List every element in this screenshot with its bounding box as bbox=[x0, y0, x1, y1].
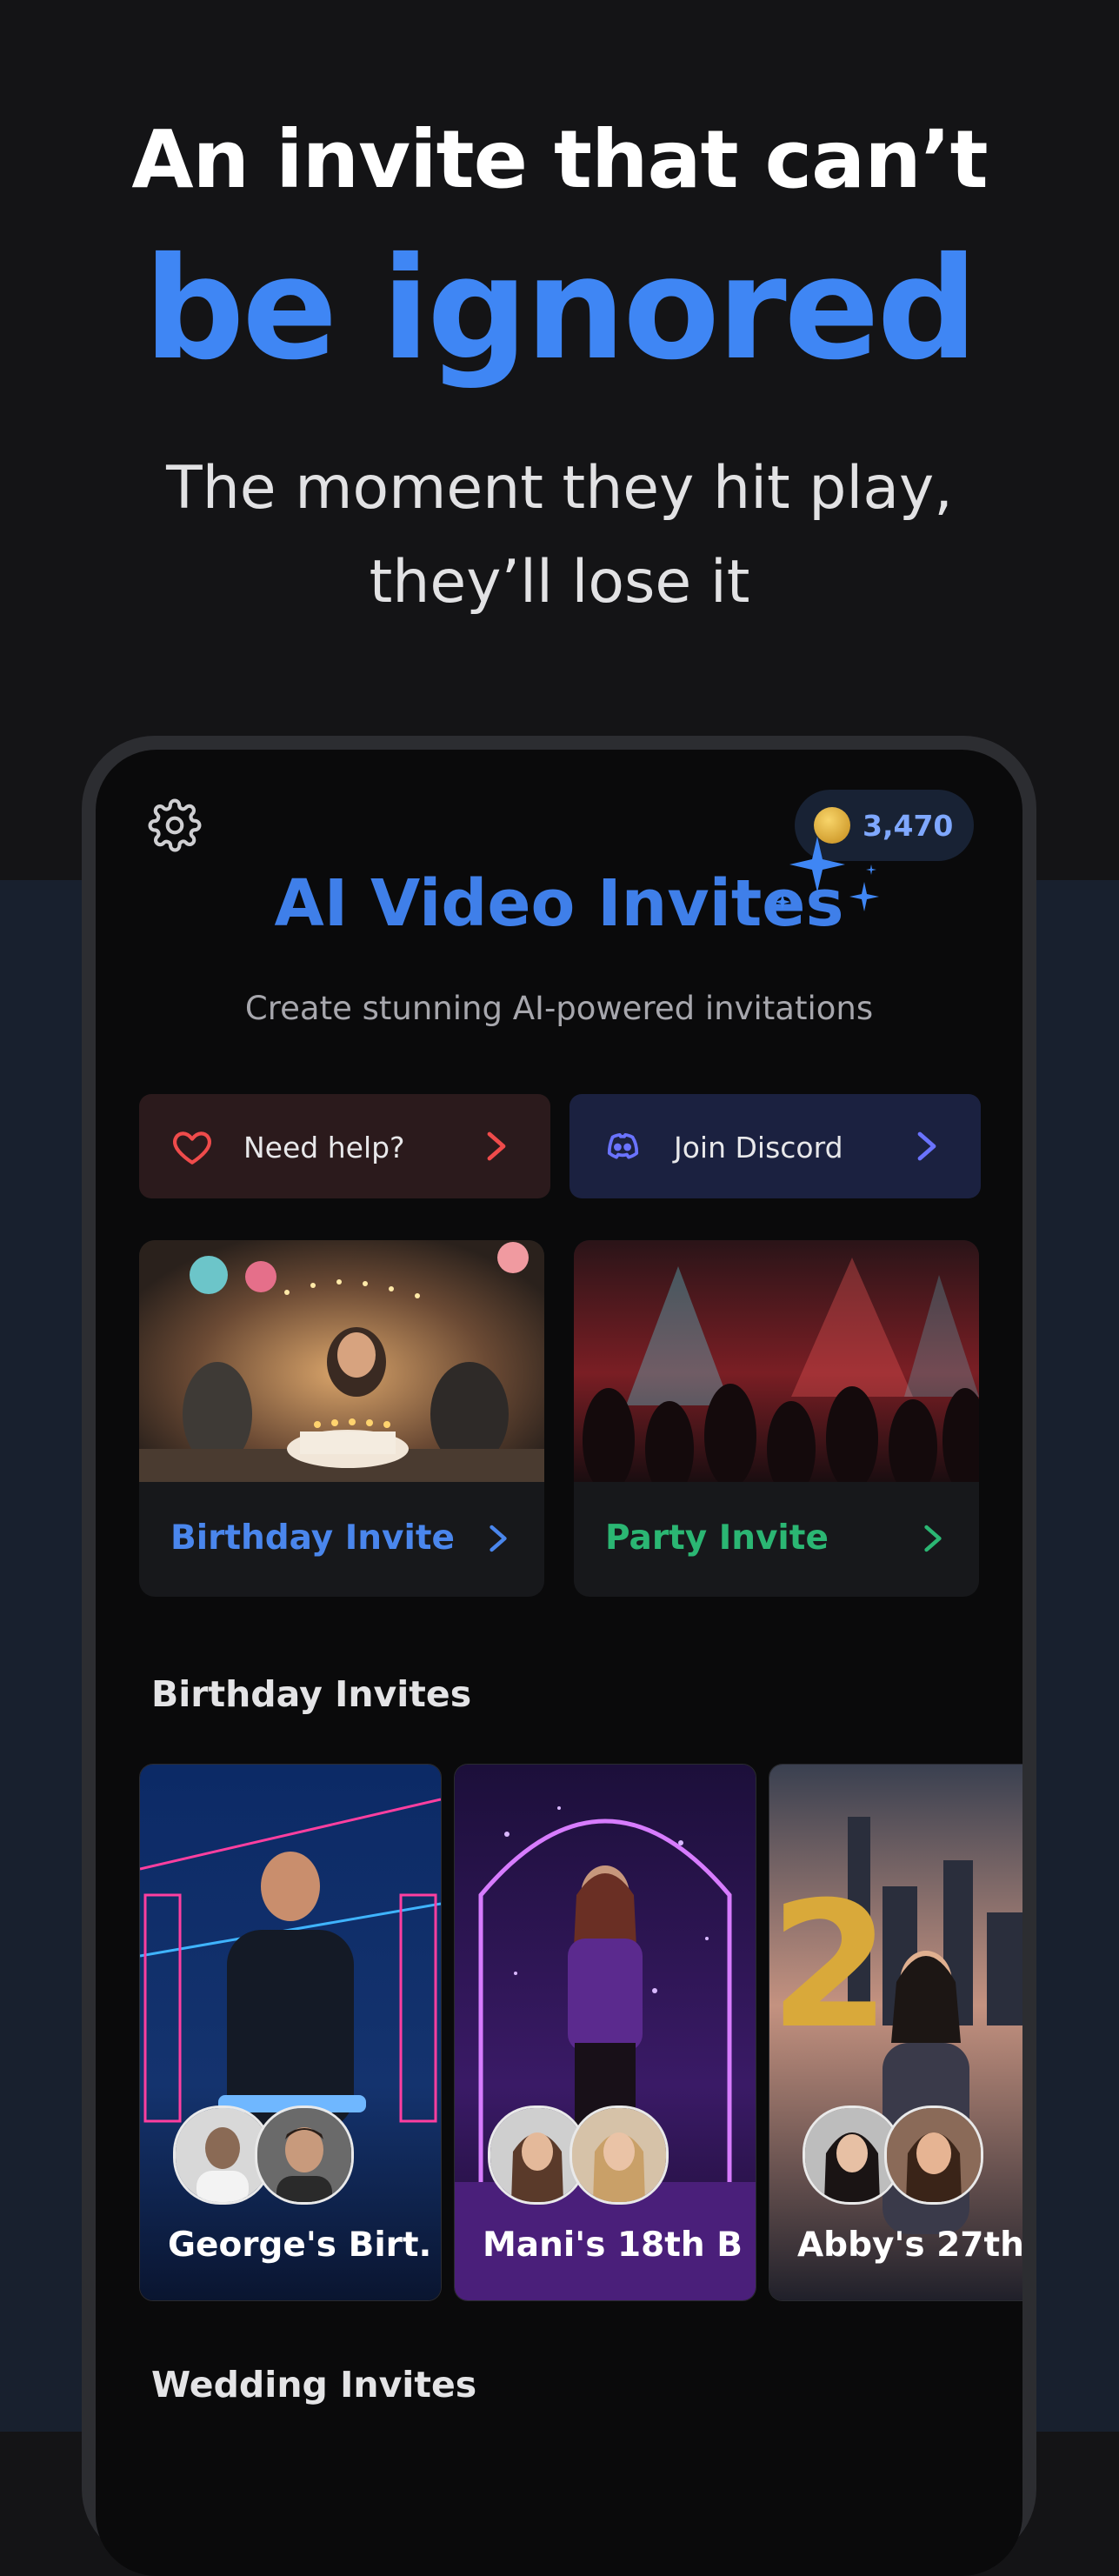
svg-text:2: 2 bbox=[769, 1865, 890, 2067]
invite-tile[interactable]: George's Birt... bbox=[139, 1764, 442, 2301]
party-crowd-photo bbox=[574, 1240, 979, 1497]
join-discord-label: Join Discord bbox=[674, 1131, 843, 1165]
chevron-right-icon bbox=[484, 1129, 509, 1164]
birthday-invites-carousel[interactable]: George's Birt... Mani's 18th B 2 Abby's … bbox=[139, 1764, 1022, 2301]
need-help-label: Need help? bbox=[243, 1131, 405, 1165]
party-invite-card[interactable]: Party Invite bbox=[574, 1240, 979, 1597]
app-tagline: Create stunning AI-powered invitations bbox=[244, 990, 874, 1027]
invite-tile[interactable]: 2 Abby's 27th ... bbox=[769, 1764, 1022, 2301]
invite-title: Mani's 18th B... bbox=[483, 2226, 743, 2265]
headline-line1: An invite that can’t bbox=[131, 113, 988, 206]
headline-line2: be ignored bbox=[143, 228, 977, 391]
laser-tag-photo bbox=[140, 1765, 441, 2300]
birthday-party-photo bbox=[139, 1240, 544, 1482]
party-invite-label: Party Invite bbox=[605, 1518, 829, 1558]
birthday-invite-card[interactable]: Birthday Invite bbox=[139, 1240, 544, 1597]
subtitle-line2: they’ll lose it bbox=[369, 548, 750, 617]
join-discord-button[interactable]: Join Discord bbox=[569, 1094, 981, 1198]
invite-title: Abby's 27th ... bbox=[797, 2226, 1022, 2265]
subtitle-line1: The moment they hit play, bbox=[166, 454, 953, 523]
chevron-right-icon bbox=[922, 1522, 944, 1555]
birthday-invites-heading: Birthday Invites bbox=[151, 1673, 472, 1715]
heart-icon bbox=[170, 1125, 214, 1169]
hero-subtitle: The moment they hit play, they’ll lose i… bbox=[0, 442, 1119, 630]
chevron-right-icon bbox=[487, 1522, 510, 1555]
app-screen: 3,470 AI Video Invites Create stunning A… bbox=[96, 750, 1022, 2576]
birthday-invite-label: Birthday Invite bbox=[170, 1518, 455, 1558]
purple-arch-photo bbox=[455, 1765, 756, 2300]
invite-title: George's Birt... bbox=[168, 2226, 429, 2265]
wedding-invites-heading: Wedding Invites bbox=[151, 2364, 477, 2406]
avatar bbox=[255, 2106, 354, 2205]
gear-icon[interactable] bbox=[148, 798, 202, 852]
avatar bbox=[569, 2106, 669, 2205]
city-balloons-photo: 2 bbox=[769, 1765, 1022, 2300]
discord-icon bbox=[601, 1125, 644, 1169]
need-help-button[interactable]: Need help? bbox=[139, 1094, 550, 1198]
avatar bbox=[884, 2106, 983, 2205]
chevron-right-icon bbox=[915, 1129, 939, 1164]
invite-tile[interactable]: Mani's 18th B... bbox=[454, 1764, 756, 2301]
sparkle-icon bbox=[767, 833, 889, 938]
